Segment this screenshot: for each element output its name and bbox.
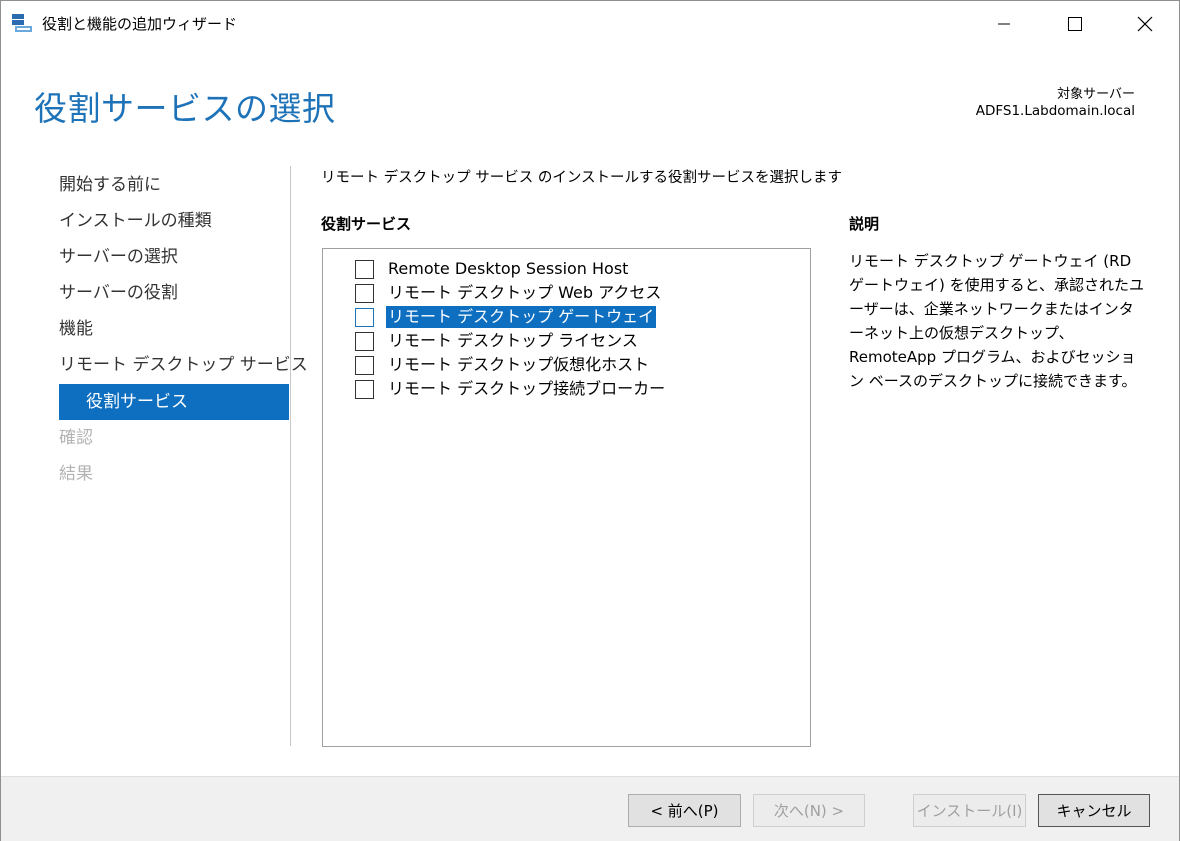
list-item[interactable]: リモート デスクトップ ゲートウェイ [355,305,657,329]
nav-item-server-roles[interactable]: サーバーの役割 [59,275,289,311]
maximize-icon [1068,16,1082,31]
role-label[interactable]: リモート デスクトップ接続ブローカー [386,378,667,400]
role-label[interactable]: リモート デスクトップ ゲートウェイ [386,306,657,328]
cancel-button[interactable]: キャンセル [1038,794,1150,827]
role-checkbox-gateway[interactable] [355,307,374,327]
nav-item-role-services[interactable]: 役割サービス [59,384,289,420]
nav-divider [290,166,291,746]
role-services-heading: 役割サービス [321,215,412,233]
nav-item-features[interactable]: 機能 [59,311,289,347]
role-checkbox-licensing[interactable] [355,331,374,351]
nav-item-installation-type[interactable]: インストールの種類 [59,203,289,239]
wizard-footer: < 前へ(P) 次へ(N) > インストール(I) キャンセル [1,776,1179,841]
nav-item-remote-desktop-services[interactable]: リモート デスクトップ サービス [59,347,308,383]
list-item[interactable]: Remote Desktop Session Host [355,257,630,281]
install-button: インストール(I) [913,794,1026,827]
nav-item-results: 結果 [59,464,93,484]
role-label[interactable]: リモート デスクトップ仮想化ホスト [386,354,651,376]
close-icon [1137,16,1153,31]
maximize-button[interactable] [1048,1,1102,46]
nav-item-before-you-begin[interactable]: 開始する前に [59,167,289,203]
role-checkbox-connection-broker[interactable] [355,379,374,399]
minimize-button[interactable] [977,1,1031,46]
role-label[interactable]: Remote Desktop Session Host [386,258,630,280]
description-text: リモート デスクトップ ゲートウェイ (RD ゲートウェイ) を使用すると、承認… [849,252,1145,390]
minimize-icon [998,23,1010,24]
next-button: 次へ(N) > [753,794,865,827]
wizard-header: 役割サービスの選択 対象サーバー ADFS1.Labdomain.local [1,46,1179,139]
window-title: 役割と機能の追加ウィザード [42,15,238,33]
close-button[interactable] [1118,1,1172,46]
nav-item-server-selection[interactable]: サーバーの選択 [59,239,289,275]
nav-item-confirmation: 確認 [59,428,93,448]
target-server-name: ADFS1.Labdomain.local [975,103,1135,119]
role-services-list[interactable]: Remote Desktop Session Host リモート デスクトップ … [322,248,811,747]
wizard-nav: 開始する前に インストールの種類 サーバーの選択 サーバーの役割 機能 リモート… [59,167,308,492]
description-heading: 説明 [849,215,880,233]
list-item[interactable]: リモート デスクトップ ライセンス [355,329,640,353]
role-checkbox-web-access[interactable] [355,283,374,303]
title-bar[interactable]: 役割と機能の追加ウィザード [1,1,1179,46]
list-item[interactable]: リモート デスクトップ仮想化ホスト [355,353,651,377]
page-title: 役割サービスの選択 [34,89,336,128]
role-checkbox-session-host[interactable] [355,259,374,279]
role-label[interactable]: リモート デスクトップ ライセンス [386,330,640,352]
instruction-text: リモート デスクトップ サービス のインストールする役割サービスを選択します [321,170,843,186]
list-item[interactable]: リモート デスクトップ Web アクセス [355,281,663,305]
wizard-window: 役割と機能の追加ウィザード 役割サービスの選択 対象サーバー ADFS1.Lab… [0,0,1180,841]
list-item[interactable]: リモート デスクトップ接続ブローカー [355,377,667,401]
target-server-label: 対象サーバー [1057,87,1135,102]
previous-button[interactable]: < 前へ(P) [628,794,741,827]
role-checkbox-virtualization-host[interactable] [355,355,374,375]
role-label[interactable]: リモート デスクトップ Web アクセス [386,282,663,304]
server-manager-icon [11,12,33,34]
